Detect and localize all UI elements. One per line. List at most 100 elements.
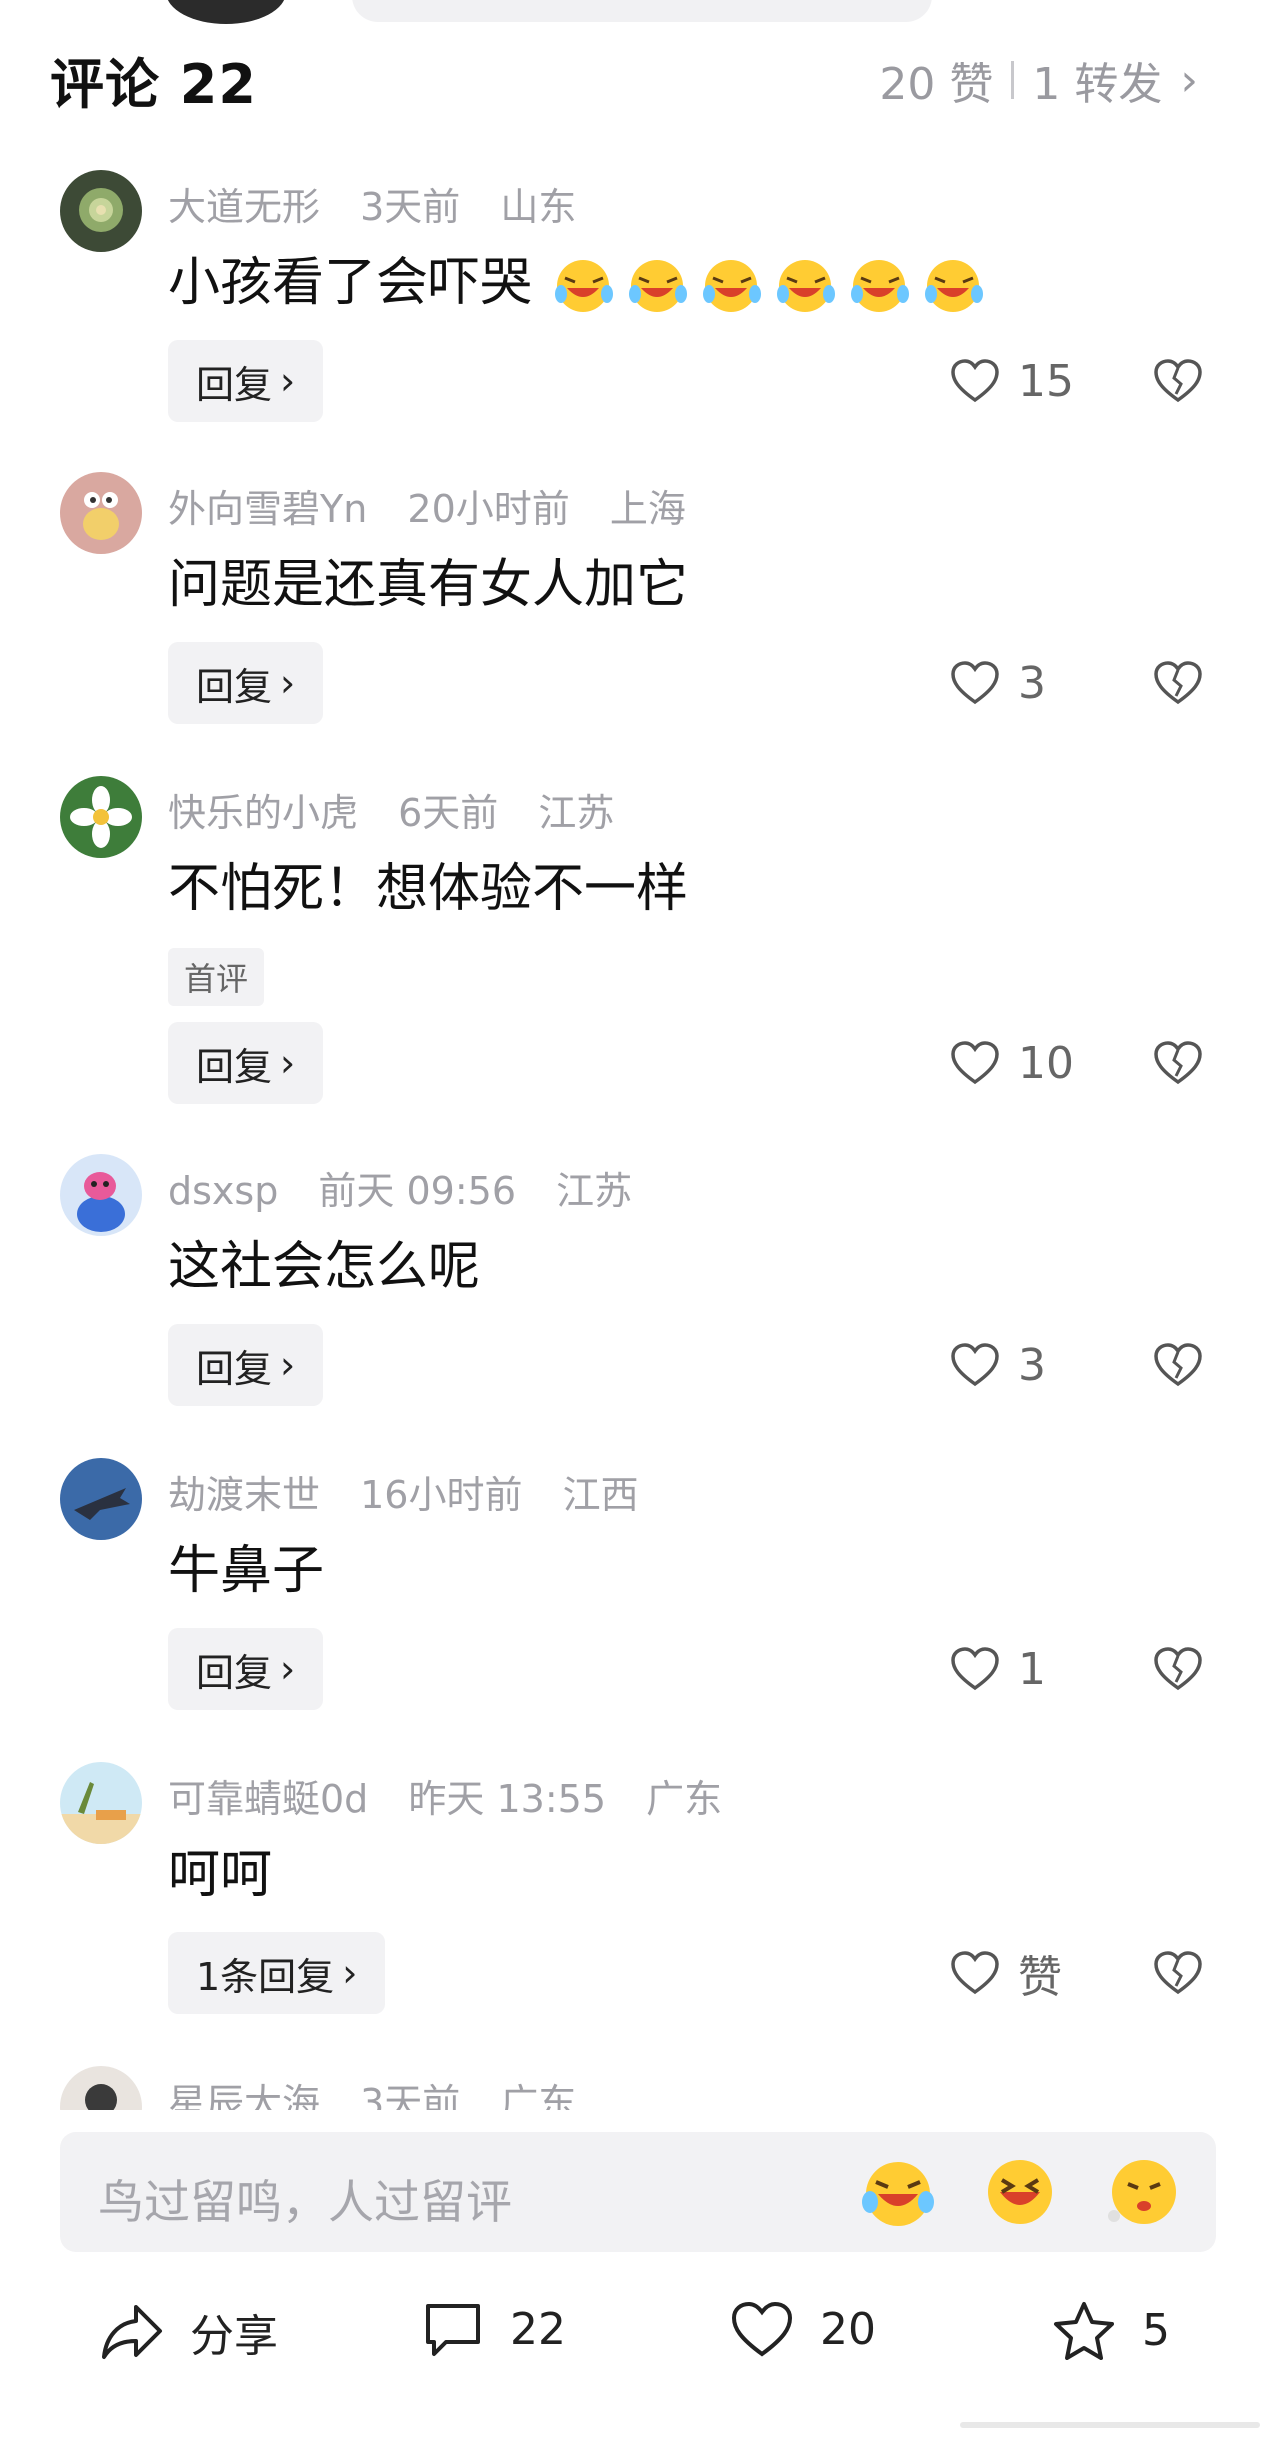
broken-heart-icon (1154, 1647, 1202, 1691)
favorite-button[interactable]: 5 (1052, 2300, 1170, 2360)
comment-meta: 外向雪碧Yn 20小时前 上海 (168, 478, 714, 533)
previous-input-pill[interactable] (352, 0, 932, 22)
comment-list: 大道无形 3天前 山东 小孩看了会吓哭 回复 › 15 外向雪碧Yn 20小时前… (0, 170, 1280, 2110)
grin-emoji-icon[interactable] (982, 2154, 1058, 2230)
time: 3天前 (360, 185, 461, 229)
first-comment-badge: 首评 (168, 948, 265, 1006)
bottom-action-bar: 分享 22 20 5 (0, 2280, 1280, 2380)
user-avatar[interactable] (60, 1458, 142, 1540)
location: 江西 (562, 1473, 639, 1517)
comment-text: 问题是还真有女人加它 (168, 555, 689, 615)
reply-button[interactable]: 回复 › (168, 1022, 324, 1104)
dislike-button[interactable] (1150, 1324, 1206, 1406)
replies-button[interactable]: 1条回复 › (168, 1932, 386, 2014)
user-avatar[interactable] (60, 1154, 142, 1236)
huff-emoji-icon[interactable] (1104, 2154, 1180, 2230)
chevron-right-icon: › (280, 661, 296, 705)
reply-button[interactable]: 回复 › (168, 1324, 324, 1406)
comment-text: 小孩看了会吓哭 (168, 240, 985, 315)
user-avatar[interactable] (60, 472, 142, 554)
like-button[interactable]: 15 (950, 340, 1074, 422)
heart-icon (951, 661, 999, 705)
like-button[interactable]: 1 (950, 1628, 1046, 1710)
comment-meta: dsxsp 前天 09:56 江苏 (168, 1160, 660, 1215)
reply-label: 回复 (196, 1650, 273, 1695)
laugh-cry-emoji-icon (702, 260, 761, 312)
like-count: 15 (1018, 355, 1074, 407)
user-avatar[interactable] (60, 170, 142, 252)
comment-text: 呵呵 (168, 1845, 273, 1905)
comment-item: 劫渡末世 16小时前 江西 牛鼻子 回复 › 1 (0, 1458, 1280, 1762)
username[interactable]: 快乐的小虎 (168, 791, 358, 835)
location: 广东 (646, 1777, 723, 1821)
top-strip (0, 0, 1280, 30)
dislike-button[interactable] (1150, 1932, 1206, 2014)
comment-item: dsxsp 前天 09:56 江苏 这社会怎么呢 回复 › 3 (0, 1154, 1280, 1458)
comments-title: 评论 22 (50, 53, 257, 116)
like-button[interactable]: 3 (950, 1324, 1046, 1406)
reply-button[interactable]: 回复 › (168, 340, 324, 422)
laugh-cry-emoji-icon (850, 260, 909, 312)
username[interactable]: 外向雪碧Yn (168, 487, 367, 531)
like-post-button[interactable]: 20 (730, 2300, 876, 2358)
user-avatar[interactable] (60, 2066, 142, 2110)
like-button[interactable]: 3 (950, 642, 1046, 724)
dislike-button[interactable] (1150, 340, 1206, 422)
reply-button[interactable]: 回复 › (168, 1628, 324, 1710)
username[interactable]: 可靠蜻蜓0d (168, 1777, 368, 1821)
reply-label: 回复 (196, 664, 273, 709)
username[interactable]: dsxsp (168, 1169, 278, 1213)
comments-header: 评论 22 20 赞 1 转发 › (0, 30, 1280, 120)
comment-input-bar[interactable]: 鸟过留鸣，人过留评 (60, 2132, 1216, 2252)
dislike-button[interactable] (1150, 1628, 1206, 1710)
location: 江苏 (556, 1169, 633, 1213)
dislike-button[interactable] (1150, 642, 1206, 724)
comment-icon (426, 2304, 480, 2356)
like-count: 赞 (1018, 1952, 1062, 2003)
chevron-right-icon: › (342, 1951, 358, 1995)
comment-meta: 快乐的小虎 6天前 江苏 (168, 782, 642, 837)
username[interactable]: 劫渡末世 (168, 1473, 320, 1517)
share-icon (102, 2305, 162, 2359)
time: 20小时前 (407, 487, 570, 531)
location: 广东 (500, 2081, 577, 2110)
reposts-stat: 1 转发 (1032, 59, 1163, 110)
like-count: 3 (1018, 657, 1046, 709)
time: 16小时前 (360, 1473, 523, 1517)
stats-link[interactable]: 20 赞 1 转发 › (879, 48, 1198, 112)
emoji-row (553, 258, 985, 314)
favorites-count: 5 (1142, 2304, 1170, 2356)
broken-heart-icon (1154, 1951, 1202, 1995)
comments-button[interactable]: 22 (422, 2300, 566, 2358)
reply-label: 回复 (196, 1044, 273, 1089)
star-icon (1054, 2302, 1114, 2360)
share-button[interactable]: 分享 (100, 2300, 278, 2364)
comment-item: 星辰大海 3天前 广东 (0, 2066, 1280, 2110)
home-indicator (960, 2422, 1260, 2428)
like-count: 10 (1018, 1037, 1074, 1089)
laugh-cry-emoji-icon (924, 260, 983, 312)
author-avatar[interactable] (166, 0, 286, 24)
user-avatar[interactable] (60, 1762, 142, 1844)
time: 昨天 13:55 (408, 1777, 606, 1821)
comment-meta: 大道无形 3天前 山东 (168, 176, 604, 231)
laugh-cry-emoji-icon[interactable] (860, 2154, 936, 2230)
broken-heart-icon (1154, 359, 1202, 403)
chevron-right-icon: › (280, 1343, 296, 1387)
heart-icon (951, 359, 999, 403)
like-button[interactable]: 赞 (950, 1932, 1062, 2014)
comment-item: 大道无形 3天前 山东 小孩看了会吓哭 回复 › 15 (0, 170, 1280, 472)
broken-heart-icon (1154, 661, 1202, 705)
like-count: 1 (1018, 1643, 1046, 1695)
user-avatar[interactable] (60, 776, 142, 858)
reply-button[interactable]: 回复 › (168, 642, 324, 724)
chevron-right-icon: › (280, 1041, 296, 1085)
time: 3天前 (360, 2081, 461, 2110)
comment-meta: 劫渡末世 16小时前 江西 (168, 1464, 667, 1519)
likes-stat: 20 赞 (879, 59, 994, 110)
reply-label: 1条回复 (196, 1954, 335, 1999)
like-button[interactable]: 10 (950, 1022, 1074, 1104)
username[interactable]: 大道无形 (168, 185, 320, 229)
dislike-button[interactable] (1150, 1022, 1206, 1104)
username[interactable]: 星辰大海 (168, 2081, 320, 2110)
